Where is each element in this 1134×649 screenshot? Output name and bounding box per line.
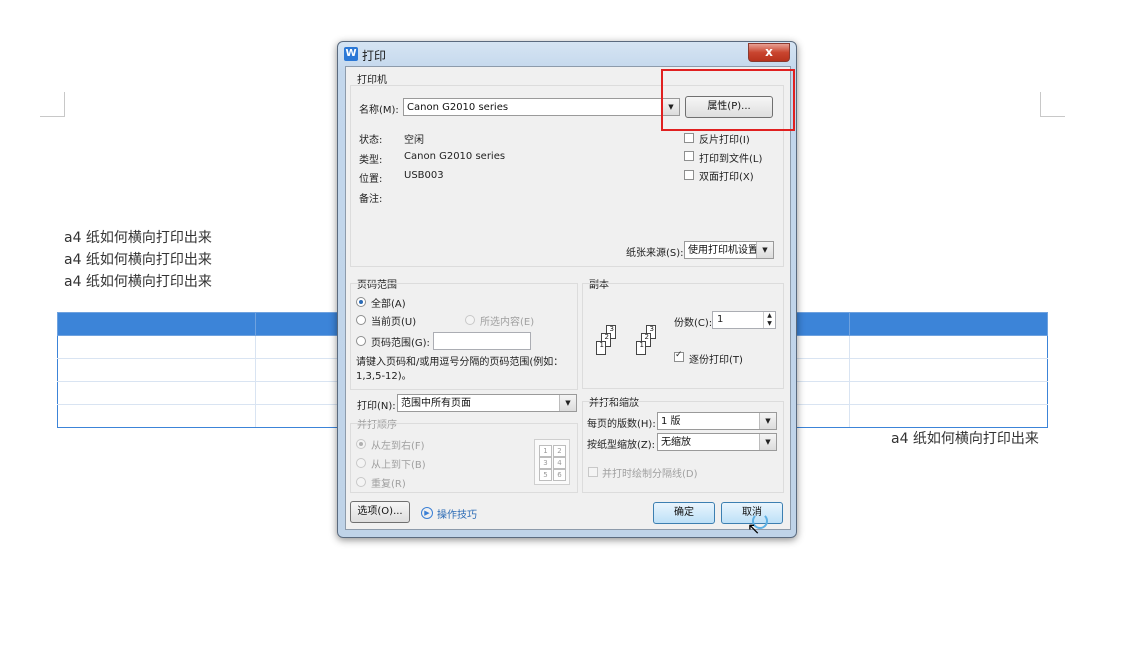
pages-per-sheet-label: 每页的版数(H): xyxy=(587,419,656,430)
print-what-select[interactable]: 范围中所有页面 ▼ xyxy=(397,394,577,412)
page-range-radio[interactable] xyxy=(356,336,366,346)
duplex-checkbox[interactable] xyxy=(684,170,694,180)
ok-button[interactable]: 确定 xyxy=(653,502,715,524)
copies-count-value: 1 xyxy=(717,314,724,325)
print-to-file-label[interactable]: 打印到文件(L) xyxy=(699,150,762,165)
collate-label[interactable]: 逐份打印(T) xyxy=(689,351,743,366)
chevron-down-icon: ▼ xyxy=(759,434,776,450)
duplex-label[interactable]: 双面打印(X) xyxy=(699,168,754,183)
paper-source-label: 纸张来源(S): xyxy=(626,248,684,259)
location-value: USB003 xyxy=(404,170,444,181)
left-to-right-label: 从左到右(F) xyxy=(371,441,425,452)
crop-mark-right xyxy=(1040,92,1065,117)
paper-source-value: 使用打印机设置 xyxy=(688,245,758,256)
chevron-down-icon: ▼ xyxy=(759,413,776,429)
page-range-input[interactable] xyxy=(433,332,531,350)
repeat-radio[interactable] xyxy=(356,477,366,487)
draw-borders-label: 并打时绘制分隔线(D) xyxy=(602,469,698,480)
status-value: 空闲 xyxy=(404,135,424,146)
type-value: Canon G2010 series xyxy=(404,151,506,162)
title-bar[interactable]: W 打印 x xyxy=(338,42,796,66)
collate-checkbox[interactable] xyxy=(674,350,684,362)
scale-label: 按纸型缩放(Z): xyxy=(587,440,656,451)
printer-name-value: Canon G2010 series xyxy=(407,102,509,113)
printer-name-select[interactable]: Canon G2010 series ▼ xyxy=(403,98,680,116)
all-pages-label[interactable]: 全部(A) xyxy=(371,295,406,310)
copies-count-input[interactable]: 1 ▲ ▼ xyxy=(712,311,776,329)
copies-count-label: 份数(C): xyxy=(674,318,713,329)
type-label: 类型: xyxy=(359,155,383,166)
print-what-label: 打印(N): xyxy=(357,401,396,412)
comment-label: 备注: xyxy=(359,194,383,205)
document-text-line: a4 纸如何横向打印出来 xyxy=(64,252,212,268)
options-button[interactable]: 选项(O)... xyxy=(350,501,410,523)
page-range-hint: 请键入页码和/或用逗号分隔的页码范围(例如：1,3,5-12)。 xyxy=(356,357,564,382)
pages-per-sheet-value: 1 版 xyxy=(661,416,681,427)
repeat-label: 重复(R) xyxy=(371,479,406,490)
draw-borders-checkbox[interactable] xyxy=(588,467,598,477)
location-label: 位置: xyxy=(359,174,383,185)
wps-writer-icon: W xyxy=(344,47,358,61)
scale-select[interactable]: 无缩放 ▼ xyxy=(657,433,777,451)
top-to-bottom-radio[interactable] xyxy=(356,458,366,468)
crop-mark-left xyxy=(40,92,65,117)
scale-value: 无缩放 xyxy=(661,437,691,448)
left-to-right-radio[interactable] xyxy=(356,439,366,449)
mouse-cursor-icon: ↖ xyxy=(747,519,761,538)
paper-source-select[interactable]: 使用打印机设置 ▼ xyxy=(684,241,774,259)
order-preview-icon: 12 34 56 xyxy=(534,439,570,485)
page-range-label[interactable]: 页码范围(G): xyxy=(371,334,430,349)
reverse-print-checkbox[interactable] xyxy=(684,133,694,143)
top-to-bottom-label: 从上到下(B) xyxy=(371,460,426,471)
dialog-title: 打印 xyxy=(362,49,387,63)
status-label: 状态: xyxy=(359,135,383,146)
print-what-value: 范围中所有页面 xyxy=(401,398,471,409)
chevron-down-icon: ▼ xyxy=(756,242,773,258)
print-to-file-checkbox[interactable] xyxy=(684,151,694,161)
current-page-radio[interactable] xyxy=(356,315,366,325)
all-pages-radio[interactable] xyxy=(356,297,366,307)
document-text-line: a4 纸如何横向打印出来 xyxy=(64,274,212,290)
printer-group-label: 打印机 xyxy=(357,75,387,86)
pages-per-sheet-select[interactable]: 1 版 ▼ xyxy=(657,412,777,430)
close-button[interactable]: x xyxy=(748,43,790,62)
chevron-down-icon: ▼ xyxy=(559,395,576,411)
selection-label: 所选内容(E) xyxy=(480,317,535,328)
reverse-print-label[interactable]: 反片打印(I) xyxy=(699,131,750,146)
tips-link[interactable]: 操作技巧 xyxy=(437,506,477,521)
document-text-line: a4 纸如何横向打印出来 xyxy=(64,230,212,246)
play-circle-icon[interactable]: ▶ xyxy=(421,507,433,519)
spin-buttons-icon[interactable]: ▲ ▼ xyxy=(763,312,775,328)
document-text-right: a4 纸如何横向打印出来 xyxy=(891,431,1039,447)
current-page-label[interactable]: 当前页(U) xyxy=(371,313,416,328)
selection-radio[interactable] xyxy=(465,315,475,325)
properties-highlight-box xyxy=(661,69,795,131)
printer-name-label: 名称(M): xyxy=(359,105,399,116)
